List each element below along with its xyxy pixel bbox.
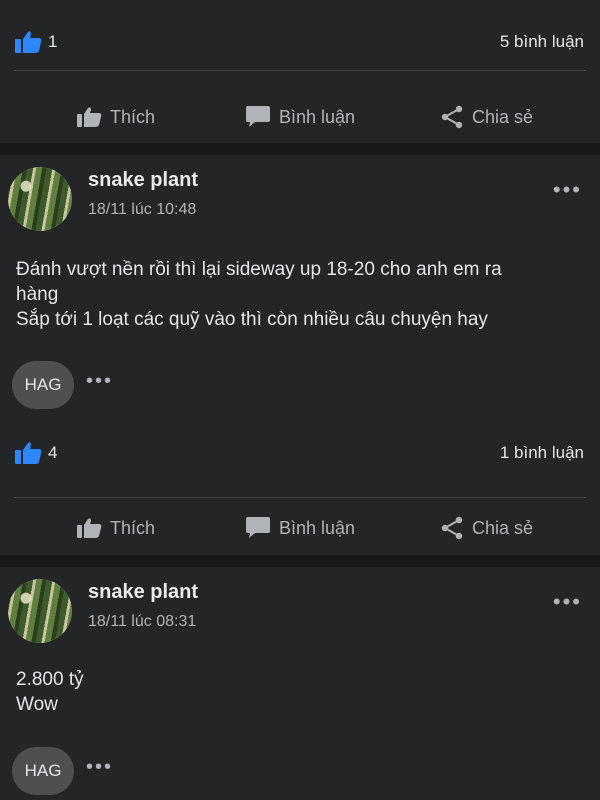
reaction-row: 4 1 bình luận (0, 433, 600, 473)
post-card-previous: 1 5 bình luận Thích Bình luận Chia sẻ (0, 0, 600, 143)
action-row: Thích Bình luận Chia sẻ (0, 92, 600, 142)
reaction-row: 1 5 bình luận (0, 22, 600, 62)
more-dots-icon[interactable]: ••• (86, 757, 113, 777)
post-text-line: Đánh vượt nền rồi thì lại sideway up 18-… (16, 259, 502, 280)
share-label: Chia sẻ (472, 517, 534, 538)
thumbs-up-icon (14, 30, 42, 59)
comment-count[interactable]: 5 bình luận (500, 32, 584, 52)
post-header: snake plant 18/11 lúc 08:31 ••• (8, 579, 592, 649)
thumbs-up-icon (14, 441, 42, 470)
stock-tag[interactable]: HAG (12, 747, 74, 795)
post-time[interactable]: 18/11 lúc 08:31 (88, 613, 196, 631)
comment-button[interactable]: Bình luận (245, 503, 355, 553)
thumbs-up-icon (77, 107, 102, 127)
comment-icon (246, 517, 270, 538)
post-text-line: hàng (16, 284, 59, 305)
comment-icon (246, 106, 270, 127)
more-dots-icon[interactable]: ••• (553, 591, 582, 613)
divider (14, 70, 586, 71)
like-count[interactable]: 4 (48, 443, 57, 463)
like-count[interactable]: 1 (48, 32, 57, 52)
post-header: snake plant 18/11 lúc 10:48 ••• (8, 167, 592, 237)
share-label: Chia sẻ (472, 106, 534, 127)
comment-count[interactable]: 1 bình luận (500, 443, 584, 463)
comment-label: Bình luận (279, 106, 356, 127)
more-dots-icon[interactable]: ••• (553, 179, 582, 201)
post-time[interactable]: 18/11 lúc 10:48 (88, 201, 196, 219)
like-button[interactable]: Thích (76, 503, 155, 553)
post-text-line: 2.800 tỷ (16, 669, 84, 690)
like-label: Thích (110, 106, 156, 127)
action-row: Thích Bình luận Chia sẻ (0, 503, 600, 553)
stock-tag[interactable]: HAG (12, 361, 74, 409)
comment-label: Bình luận (279, 517, 356, 538)
post-card: snake plant 18/11 lúc 10:48 ••• Đánh vượ… (0, 155, 600, 555)
post-text: Đánh vượt nền rồi thì lại sideway up 18-… (16, 257, 586, 332)
post-text-line: Sắp tới 1 loạt các quỹ vào thì còn nhiều… (16, 309, 488, 330)
share-icon (441, 105, 463, 129)
divider (14, 497, 586, 498)
avatar[interactable] (8, 167, 72, 231)
post-card: snake plant 18/11 lúc 08:31 ••• 2.800 tỷ… (0, 567, 600, 800)
comment-button[interactable]: Bình luận (245, 92, 355, 142)
share-icon (441, 516, 463, 540)
post-text-line: Wow (16, 694, 58, 715)
author-name[interactable]: snake plant (88, 581, 198, 604)
like-label: Thích (110, 517, 156, 538)
avatar[interactable] (8, 579, 72, 643)
share-button[interactable]: Chia sẻ (440, 92, 533, 142)
share-button[interactable]: Chia sẻ (440, 503, 533, 553)
like-button[interactable]: Thích (76, 92, 155, 142)
post-text: 2.800 tỷ Wow (16, 667, 586, 717)
thumbs-up-icon (77, 518, 102, 538)
author-name[interactable]: snake plant (88, 169, 198, 192)
more-dots-icon[interactable]: ••• (86, 371, 113, 391)
